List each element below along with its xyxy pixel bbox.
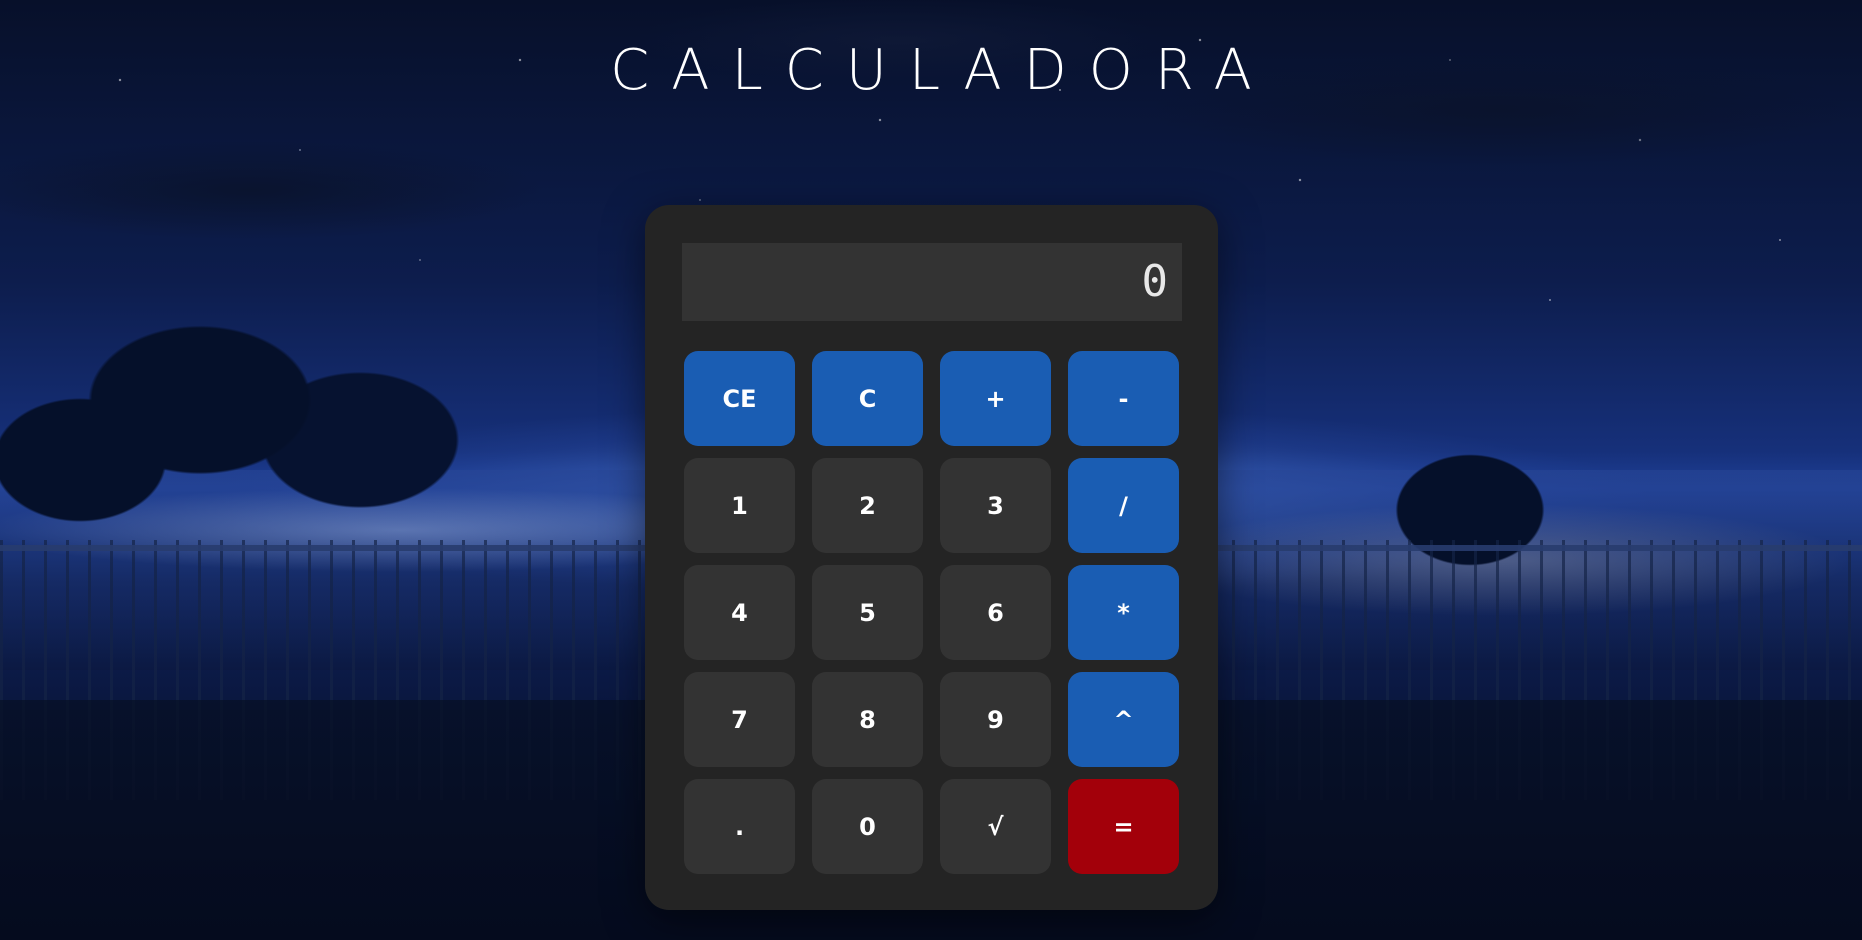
- calculator: 0 CE C + - 1 2 3 / 4 5 6 * 7 8 9 ^ . 0 √…: [645, 205, 1218, 910]
- clear-entry-button[interactable]: CE: [684, 351, 795, 446]
- keypad: CE C + - 1 2 3 / 4 5 6 * 7 8 9 ^ . 0 √ =: [684, 351, 1180, 874]
- plus-button[interactable]: +: [940, 351, 1051, 446]
- digit-4-button[interactable]: 4: [684, 565, 795, 660]
- digit-0-button[interactable]: 0: [812, 779, 923, 874]
- equals-button[interactable]: =: [1068, 779, 1179, 874]
- page-title: CALCULADORA: [610, 38, 1274, 103]
- digit-1-button[interactable]: 1: [684, 458, 795, 553]
- digit-5-button[interactable]: 5: [812, 565, 923, 660]
- digit-3-button[interactable]: 3: [940, 458, 1051, 553]
- square-root-button[interactable]: √: [940, 779, 1051, 874]
- divide-button[interactable]: /: [1068, 458, 1179, 553]
- minus-button[interactable]: -: [1068, 351, 1179, 446]
- power-button[interactable]: ^: [1068, 672, 1179, 767]
- digit-6-button[interactable]: 6: [940, 565, 1051, 660]
- clear-button[interactable]: C: [812, 351, 923, 446]
- calculator-display: 0: [682, 243, 1182, 321]
- digit-9-button[interactable]: 9: [940, 672, 1051, 767]
- digit-7-button[interactable]: 7: [684, 672, 795, 767]
- digit-2-button[interactable]: 2: [812, 458, 923, 553]
- digit-8-button[interactable]: 8: [812, 672, 923, 767]
- decimal-point-button[interactable]: .: [684, 779, 795, 874]
- multiply-button[interactable]: *: [1068, 565, 1179, 660]
- background-trees-left: [0, 260, 520, 560]
